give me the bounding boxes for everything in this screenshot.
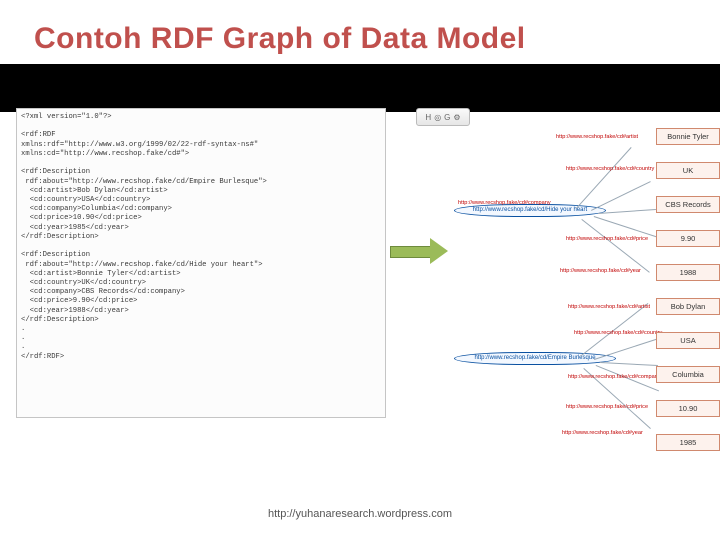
node-empire-burlesque: http://www.recshop.fake/cd/Empire Burles… (454, 352, 616, 365)
leaf-columbia: Columbia (656, 366, 720, 383)
leaf-usa: USA (656, 332, 720, 349)
leaf-990: 9.90 (656, 230, 720, 247)
slide-title: Contoh RDF Graph of Data Model (0, 0, 720, 64)
edge-year-2: http://www.recshop.fake/cd#year (562, 430, 643, 436)
leaf-1988: 1988 (656, 264, 720, 281)
edge-artist-2: http://www.recshop.fake/cd#artist (568, 304, 650, 310)
edge-country-1: http://www.recshop.fake/cd#country (566, 166, 654, 172)
leaf-cbs: CBS Records (656, 196, 720, 213)
leaf-1090: 10.90 (656, 400, 720, 417)
leaf-uk: UK (656, 162, 720, 179)
leaf-bonnie: Bonnie Tyler (656, 128, 720, 145)
edge-price-1: http://www.recshop.fake/cd#price (566, 236, 648, 242)
edge-artist-1: http://www.recshop.fake/cd#artist (556, 134, 638, 140)
rdf-xml-code: <?xml version="1.0"?> <rdf:RDF xmlns:rdf… (16, 108, 386, 418)
edge-country-2: http://www.recshop.fake/cd#country (574, 330, 662, 336)
edge-price-2: http://www.recshop.fake/cd#price (566, 404, 648, 410)
rdf-graph: http://www.recshop.fake/cd/Hide your hea… (416, 116, 710, 492)
divider-bar (0, 64, 720, 112)
edge-company-2: http://www.recshop.fake/cd#company (568, 374, 661, 380)
slide-body: <?xml version="1.0"?> <rdf:RDF xmlns:rdf… (16, 108, 710, 492)
leaf-1985: 1985 (656, 434, 720, 451)
footer-url: http://yuhanaresearch.wordpress.com (0, 508, 720, 520)
edge-year-1: http://www.recshop.fake/cd#year (560, 268, 641, 274)
slide: Contoh RDF Graph of Data Model <?xml ver… (0, 0, 720, 540)
edge-company-1: http://www.recshop.fake/cd#company (458, 200, 551, 206)
leaf-dylan: Bob Dylan (656, 298, 720, 315)
